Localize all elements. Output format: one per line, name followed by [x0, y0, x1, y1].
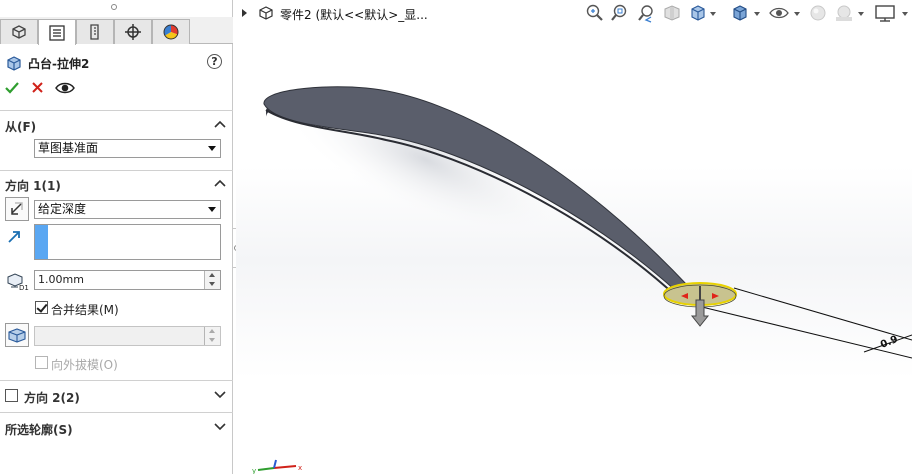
reverse-direction-icon	[11, 202, 23, 215]
direction-of-extrusion-icon	[7, 230, 23, 247]
direction2-checkbox[interactable]	[5, 389, 18, 402]
eye-icon	[55, 82, 75, 94]
active-selection-indicator	[35, 225, 48, 259]
tab-dimxpert-manager[interactable]	[114, 19, 152, 44]
svg-text:y: y	[252, 467, 256, 474]
display-manager-icon	[163, 24, 179, 40]
chevron-down-icon	[208, 207, 216, 212]
configuration-manager-icon	[90, 24, 99, 40]
spin-up-icon	[209, 329, 215, 333]
divider	[0, 380, 233, 381]
from-start-condition-value: 草图基准面	[38, 141, 99, 155]
draft-angle-input[interactable]	[34, 326, 221, 346]
spin-up-icon	[209, 273, 215, 277]
tab-property-manager[interactable]	[38, 19, 76, 45]
model-shadow	[278, 77, 574, 243]
help-button[interactable]: ?	[207, 54, 222, 69]
svg-text:D1: D1	[19, 284, 29, 291]
feature-manager-icon	[12, 25, 26, 39]
ok-button[interactable]	[5, 81, 19, 98]
property-manager-icon	[49, 24, 65, 41]
dimension-extension-line	[701, 306, 912, 359]
chevron-up-icon[interactable]	[214, 177, 226, 191]
spin-down-icon	[209, 338, 215, 342]
end-condition-value: 给定深度	[38, 202, 87, 216]
depth-input[interactable]: 1.00mm	[34, 270, 221, 290]
close-icon	[32, 82, 43, 93]
end-condition-select[interactable]: 给定深度	[34, 200, 221, 219]
manager-tab-bar	[0, 17, 233, 45]
tab-display-manager[interactable]	[152, 19, 190, 44]
feature-title: 凸台-拉伸2	[28, 57, 90, 71]
merge-result-checkbox[interactable]	[35, 301, 48, 314]
merge-result-label: 合并结果(M)	[51, 303, 119, 317]
chevron-down-icon	[208, 146, 216, 151]
detailed-preview-button[interactable]	[55, 80, 75, 99]
cancel-button[interactable]	[31, 81, 44, 97]
checkmark-icon	[5, 82, 19, 94]
depth-d1-icon: D1	[6, 271, 30, 294]
direction-selection-box[interactable]	[34, 224, 221, 260]
draft-on-off-button[interactable]	[5, 323, 29, 347]
panel-grip-icon[interactable]	[111, 4, 117, 10]
chevron-down-icon[interactable]	[214, 421, 226, 435]
divider	[0, 170, 233, 171]
draft-outward-checkbox[interactable]	[35, 356, 48, 369]
direction2-group-title: 方向 2(2)	[24, 391, 80, 405]
draft-outward-label: 向外拔模(O)	[51, 358, 118, 372]
draft-icon	[8, 328, 26, 343]
from-start-condition-select[interactable]: 草图基准面	[34, 139, 221, 158]
tab-feature-manager[interactable]	[0, 19, 38, 44]
spin-down-icon	[209, 282, 215, 286]
depth-value: 1.00mm	[38, 273, 84, 286]
property-manager-panel: 凸台-拉伸2 ? 从(F) 草图基准面 方向 1(1) 给定深度 D1 1.00…	[0, 0, 233, 474]
dimxpert-manager-icon	[125, 24, 141, 40]
direction1-group-title: 方向 1(1)	[5, 179, 61, 193]
divider	[0, 412, 233, 413]
reverse-direction-button[interactable]	[5, 197, 29, 221]
selected-contours-group-title: 所选轮廓(S)	[5, 423, 73, 437]
draft-angle-spinner[interactable]	[204, 327, 220, 345]
model-preview[interactable]: 0.9	[236, 0, 912, 474]
divider	[0, 110, 233, 111]
depth-spinner[interactable]	[204, 271, 220, 289]
dimension-label[interactable]: 0.9	[879, 334, 900, 351]
tab-configuration-manager[interactable]	[76, 19, 114, 44]
reference-triad-icon: x y	[252, 456, 304, 474]
chevron-down-icon[interactable]	[214, 389, 226, 403]
dimension-extension-line	[733, 287, 912, 341]
from-group-title: 从(F)	[5, 120, 37, 134]
chevron-up-icon[interactable]	[214, 118, 226, 132]
extrude-boss-icon	[5, 54, 23, 75]
svg-text:x: x	[298, 464, 302, 472]
